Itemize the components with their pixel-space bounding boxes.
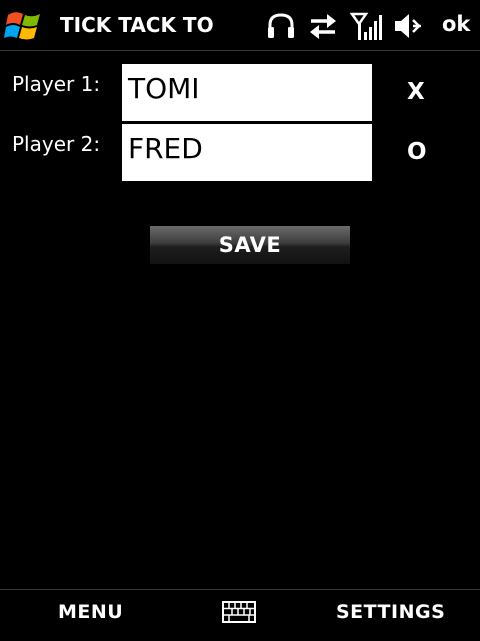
menu-softkey[interactable]: MENU	[58, 601, 123, 623]
player2-label: Player 2:	[12, 132, 101, 156]
player2-name-input[interactable]: FRED	[122, 124, 372, 181]
player1-label: Player 1:	[12, 72, 101, 96]
keyboard-icon[interactable]	[222, 601, 256, 623]
headset-icon	[265, 10, 297, 42]
windows-start-icon[interactable]	[4, 6, 48, 46]
ok-button[interactable]: ok	[442, 12, 470, 36]
app-title: TICK TACK TO	[60, 13, 214, 37]
player1-symbol: X	[407, 79, 425, 105]
settings-softkey[interactable]: SETTINGS	[336, 601, 445, 623]
signal-strength-icon	[349, 10, 382, 42]
player1-name-input[interactable]: TOMI	[122, 64, 372, 121]
player2-symbol: O	[407, 139, 427, 165]
data-connection-icon	[307, 10, 339, 42]
volume-icon	[392, 10, 424, 42]
save-button[interactable]: SAVE	[150, 226, 350, 264]
